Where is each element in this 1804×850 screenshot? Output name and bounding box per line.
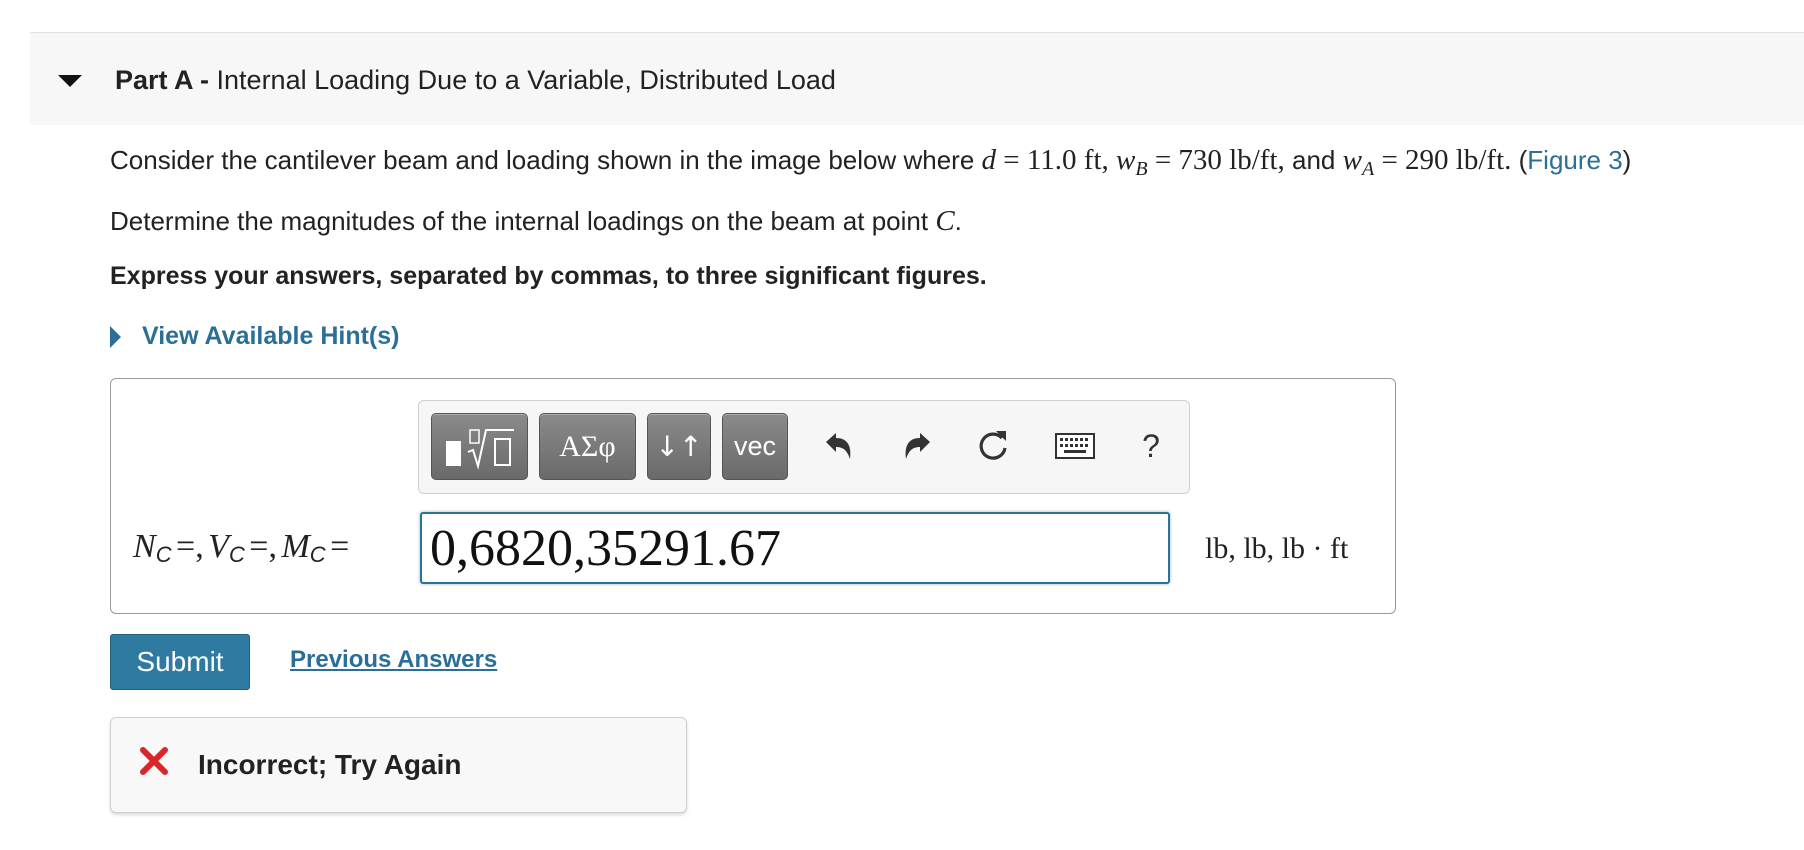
redo-icon xyxy=(905,433,930,459)
feedback-box: Incorrect; Try Again xyxy=(110,717,687,813)
undo-icon xyxy=(826,433,851,459)
caret-down-icon xyxy=(58,75,82,87)
figure-link[interactable]: Figure 3 xyxy=(1527,145,1622,175)
answer-label: NC =, VC =, MC = xyxy=(133,528,350,567)
instructions: Express your answers, separated by comma… xyxy=(110,262,987,290)
part-title: Part A - Internal Loading Due to a Varia… xyxy=(115,65,836,96)
hint-label: View Available Hint(s) xyxy=(142,322,400,350)
greek-symbols-button[interactable]: ΑΣφ xyxy=(539,413,636,480)
reset-icon xyxy=(979,431,1007,460)
templates-button[interactable] xyxy=(431,413,528,480)
answer-input[interactable] xyxy=(420,512,1170,584)
redo-button[interactable] xyxy=(889,417,945,475)
feedback-message: Incorrect; Try Again xyxy=(198,749,462,780)
part-toggle[interactable]: Part A - Internal Loading Due to a Varia… xyxy=(55,58,855,106)
previous-answers-link[interactable]: Previous Answers xyxy=(290,646,497,674)
keyboard-button[interactable] xyxy=(1047,417,1103,475)
submit-button[interactable]: Submit xyxy=(110,634,250,690)
help-button[interactable]: ? xyxy=(1123,417,1179,475)
undo-button[interactable] xyxy=(811,417,867,475)
units-label: lb, lb, lb · ft xyxy=(1205,532,1349,565)
keyboard-icon xyxy=(1055,433,1095,459)
problem-statement: Consider the cantilever beam and loading… xyxy=(110,144,1632,180)
part-prefix: Part A - xyxy=(115,65,210,95)
vector-button[interactable]: vec xyxy=(722,413,788,480)
caret-right-icon xyxy=(110,325,121,348)
math-toolbar: ΑΣφ ↓↑ vec ? xyxy=(418,400,1190,494)
part-title-text: Internal Loading Due to a Variable, Dist… xyxy=(216,65,836,95)
problem-question: Determine the magnitudes of the internal… xyxy=(110,205,962,237)
reset-button[interactable] xyxy=(965,417,1021,475)
error-x-icon xyxy=(140,747,168,775)
templates-icon xyxy=(445,428,514,470)
view-hints-toggle[interactable]: View Available Hint(s) xyxy=(110,322,399,351)
subscript-superscript-button[interactable]: ↓↑ xyxy=(647,413,711,480)
